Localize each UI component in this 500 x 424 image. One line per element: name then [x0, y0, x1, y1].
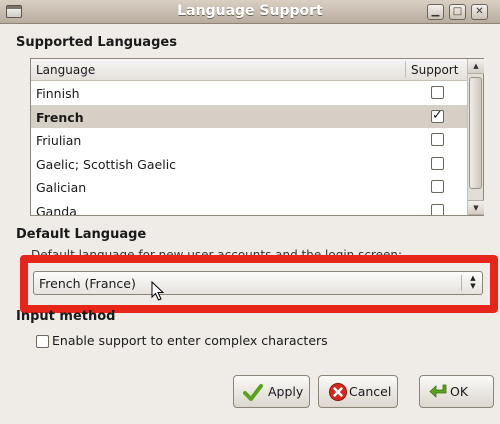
maximize-button[interactable]: □ — [449, 4, 466, 20]
list-rows: Finnish French Friulian Gaelic; Scottish Ga… — [31, 81, 467, 215]
language-label: Galician — [36, 180, 87, 195]
complex-characters-label[interactable]: Enable support to enter complex characte… — [52, 333, 328, 348]
list-item[interactable]: Ganda — [31, 199, 467, 216]
default-language-value: French (France) — [39, 276, 136, 291]
arrow-icon — [429, 384, 447, 398]
scroll-up-icon[interactable]: ▲ — [468, 59, 484, 74]
minimize-button[interactable]: ▁ — [427, 4, 444, 20]
mouse-pointer-icon — [151, 281, 165, 301]
scrollbar-thumb[interactable] — [469, 77, 482, 189]
list-item[interactable]: Galician — [31, 175, 467, 199]
language-label: Finnish — [36, 86, 80, 101]
apply-label: Apply — [268, 384, 304, 399]
support-checkbox[interactable] — [431, 203, 444, 215]
cancel-label: Cancel — [349, 384, 392, 399]
list-item[interactable]: French — [31, 104, 467, 128]
default-language-heading: Default Language — [16, 227, 147, 242]
ok-label: OK — [450, 384, 469, 399]
input-method-heading: Input method — [16, 309, 116, 324]
title-bar[interactable]: Language Support ▁ □ ✕ — [0, 0, 500, 24]
language-label: Friulian — [36, 133, 82, 148]
support-checkbox[interactable] — [431, 86, 444, 99]
scroll-down-icon[interactable]: ▼ — [468, 200, 484, 215]
apply-button[interactable]: Apply — [233, 375, 310, 408]
cancel-button[interactable]: Cancel — [318, 375, 398, 408]
support-checkbox[interactable] — [431, 133, 444, 146]
column-header-language[interactable]: Language — [36, 63, 95, 77]
cancel-icon — [329, 383, 347, 401]
default-language-select[interactable]: French (France) ▲ ▼ — [33, 271, 483, 295]
combo-arrows-icon[interactable]: ▲ ▼ — [467, 274, 479, 292]
list-item[interactable]: Finnish — [31, 81, 467, 105]
combo-separator — [461, 275, 462, 291]
close-button[interactable]: ✕ — [471, 4, 488, 20]
support-checkbox[interactable] — [431, 108, 444, 123]
ok-button[interactable]: OK — [419, 375, 494, 408]
complex-characters-checkbox[interactable] — [36, 335, 49, 348]
list-item[interactable]: Gaelic; Scottish Gaelic — [31, 152, 467, 176]
list-item[interactable]: Friulian — [31, 128, 467, 152]
check-icon — [243, 384, 263, 401]
support-checkbox[interactable] — [431, 156, 444, 170]
column-header-support[interactable]: Support — [411, 63, 458, 77]
language-label: French — [36, 109, 84, 125]
language-label: Ganda — [36, 203, 77, 216]
languages-list[interactable]: Language Support Finnish French Friulian Ga… — [30, 58, 484, 216]
list-scrollbar[interactable]: ▲ ▼ — [467, 59, 484, 215]
window-title: Language Support — [177, 3, 323, 19]
support-checkbox[interactable] — [431, 180, 444, 193]
language-label: Gaelic; Scottish Gaelic — [36, 156, 177, 172]
list-header: Language Support — [31, 59, 467, 81]
column-separator — [405, 61, 406, 78]
supported-languages-heading: Supported Languages — [16, 35, 177, 50]
